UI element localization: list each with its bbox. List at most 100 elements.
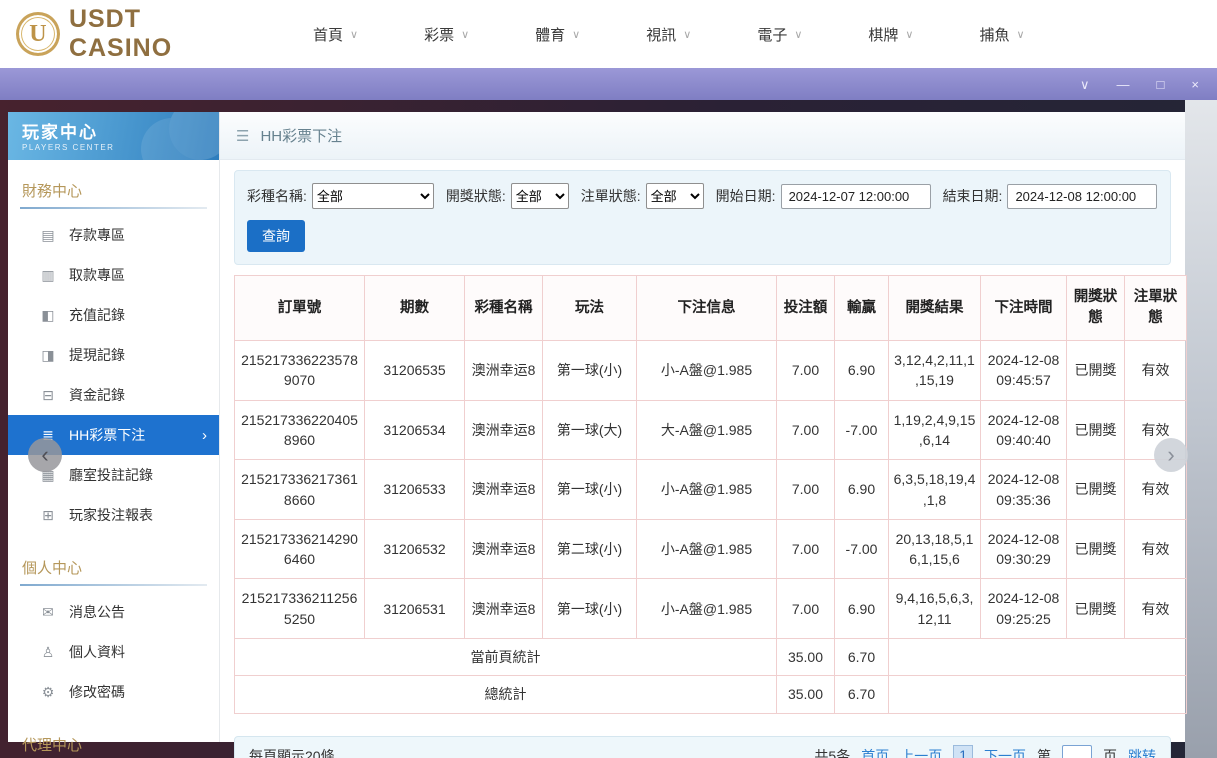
funds-record-icon: ⊟ [40, 387, 56, 404]
window-collapse-icon[interactable]: ∨ [1080, 78, 1090, 91]
sidebar-item-player-bet-report[interactable]: ⊞ 玩家投注報表 [8, 495, 219, 535]
sidebar-item-withdraw-record[interactable]: ◨ 提現記錄 [8, 335, 219, 375]
nav-item-cards[interactable]: 棋牌 ∨ [835, 24, 946, 45]
start-date-input[interactable] [781, 184, 931, 209]
chevron-down-icon: ∨ [461, 28, 469, 41]
nav-item-live[interactable]: 視訊 ∨ [613, 24, 724, 45]
nav-item-slots[interactable]: 電子 ∨ [724, 24, 835, 45]
filter-lottery-name: 彩種名稱: 全部 [247, 183, 434, 209]
nav-item-label: 捕魚 [979, 24, 1009, 45]
table-cell: 2024-12-08 09:40:40 [981, 400, 1067, 460]
end-date-input[interactable] [1007, 184, 1157, 209]
nav-item-fishing[interactable]: 捕魚 ∨ [946, 24, 1057, 45]
expand-panel-button[interactable]: › [1154, 438, 1188, 472]
table-row: 215217336214290646031206532澳洲幸运8第二球(小)小-… [235, 519, 1187, 579]
sidebar-item-label: 玩家投注報表 [69, 505, 153, 525]
table-cell: 31206533 [365, 460, 465, 520]
sidebar-item-withdraw[interactable]: ▥ 取款專區 [8, 255, 219, 295]
sidebar-item-label: HH彩票下注 [69, 425, 145, 445]
sidebar-subtitle: PLAYERS CENTER [22, 143, 205, 152]
deposit-icon: ▤ [40, 227, 56, 244]
sidebar-item-deposit[interactable]: ▤ 存款專區 [8, 215, 219, 255]
sidebar-item-announcements[interactable]: ✉ 消息公告 [8, 592, 219, 632]
window-maximize-icon[interactable]: □ [1157, 78, 1165, 91]
sidebar-item-recharge-record[interactable]: ◧ 充值記錄 [8, 295, 219, 335]
sidebar-items-personal: ✉ 消息公告 ♙ 個人資料 ⚙ 修改密碼 [8, 586, 219, 714]
sidebar-item-label: 資金記錄 [69, 385, 125, 405]
table-cell: 7.00 [777, 579, 835, 639]
table-cell: 9,4,16,5,6,3,12,11 [889, 579, 981, 639]
filter-label: 注單狀態: [581, 186, 641, 206]
current-page-indicator[interactable]: 1 [953, 745, 973, 758]
chevron-right-icon: › [1167, 442, 1174, 468]
table-cell: 2024-12-08 09:45:57 [981, 341, 1067, 401]
table-cell: 31206534 [365, 400, 465, 460]
table-cell: 有效 [1125, 341, 1187, 401]
section-title-personal: 個人中心 [20, 549, 207, 586]
window-close-icon[interactable]: × [1191, 78, 1199, 91]
sidebar-item-label: 提現記錄 [69, 345, 125, 365]
sidebar-item-label: 消息公告 [69, 602, 125, 622]
table-cell: 第一球(大) [543, 400, 637, 460]
search-button[interactable]: 查詢 [247, 220, 305, 252]
draw-status-select[interactable]: 全部 [511, 183, 569, 209]
chevron-down-icon: ∨ [683, 28, 691, 41]
table-cell: 3,12,4,2,11,1,15,19 [889, 341, 981, 401]
table-cell: 2024-12-08 09:30:29 [981, 519, 1067, 579]
table-cell: 已開獎 [1067, 460, 1125, 520]
logo[interactable]: U USDT CASINO [16, 5, 252, 63]
chevron-down-icon: ∨ [1016, 28, 1024, 41]
gear-icon: ⚙ [40, 684, 56, 701]
summary-empty [889, 676, 1187, 713]
chevron-down-icon: ∨ [572, 28, 580, 41]
sidebar-item-change-password[interactable]: ⚙ 修改密碼 [8, 672, 219, 712]
order-status-select[interactable]: 全部 [646, 183, 704, 209]
table-cell: -7.00 [835, 400, 889, 460]
window-titlebar: ∨ — □ × [0, 68, 1217, 100]
main-nav: 首頁 ∨ 彩票 ∨ 體育 ∨ 視訊 ∨ 電子 ∨ 棋牌 ∨ 捕魚 ∨ [280, 24, 1058, 45]
first-page-link[interactable]: 首页 [861, 746, 889, 758]
window-minimize-icon[interactable]: — [1117, 78, 1130, 91]
sidebar-item-label: 充值記錄 [69, 305, 125, 325]
table-cell: 7.00 [777, 400, 835, 460]
table-cell: 澳洲幸运8 [465, 400, 543, 460]
nav-item-sports[interactable]: 體育 ∨ [502, 24, 613, 45]
table-cell: 20,13,18,5,16,1,15,6 [889, 519, 981, 579]
table-cell: 小-A盤@1.985 [637, 460, 777, 520]
hamburger-icon[interactable]: ☰ [236, 127, 249, 145]
nav-item-lottery[interactable]: 彩票 ∨ [391, 24, 502, 45]
sidebar-item-label: 個人資料 [69, 642, 125, 662]
filter-draw-status: 開獎狀態: 全部 [446, 183, 569, 209]
nav-item-label: 彩票 [424, 24, 454, 45]
summary-row: 當前頁統計35.006.70 [235, 639, 1187, 676]
sidebar-item-funds-record[interactable]: ⊟ 資金記錄 [8, 375, 219, 415]
table-row: 215217336211256525031206531澳洲幸运8第一球(小)小-… [235, 579, 1187, 639]
table-cell: 6,3,5,18,19,4,1,8 [889, 460, 981, 520]
nav-item-home[interactable]: 首頁 ∨ [280, 24, 391, 45]
withdraw-icon: ▥ [40, 267, 56, 284]
summary-winloss-total: 6.70 [835, 676, 889, 713]
table-cell: 小-A盤@1.985 [637, 341, 777, 401]
jump-action-link[interactable]: 跳转 [1128, 746, 1156, 758]
lottery-name-select[interactable]: 全部 [312, 183, 434, 209]
filter-start-date: 開始日期: [716, 184, 931, 209]
main-wrap: ‹ › 玩家中心 PLAYERS CENTER 財務中心 ▤ 存款專區 ▥ 取款… [0, 100, 1217, 758]
prev-page-link[interactable]: 上一页 [900, 746, 942, 758]
table-cell: 澳洲幸运8 [465, 519, 543, 579]
nav-item-label: 首頁 [313, 24, 343, 45]
sidebar-item-label: 修改密碼 [69, 682, 125, 702]
withdraw-record-icon: ◨ [40, 347, 56, 364]
bets-table-wrap: 訂單號 期數 彩種名稱 玩法 下注信息 投注額 輸贏 開獎結果 下注時間 開獎狀… [234, 275, 1171, 714]
collapse-sidebar-button[interactable]: ‹ [28, 438, 62, 472]
next-page-link[interactable]: 下一页 [984, 746, 1026, 758]
sidebar-items-finance: ▤ 存款專區 ▥ 取款專區 ◧ 充值記錄 ◨ 提現記錄 ⊟ 資金記錄 [8, 209, 219, 537]
sidebar-item-profile[interactable]: ♙ 個人資料 [8, 632, 219, 672]
sidebar-header: 玩家中心 PLAYERS CENTER [8, 112, 219, 160]
table-cell: 7.00 [777, 519, 835, 579]
table-cell: 已開獎 [1067, 400, 1125, 460]
chevron-right-icon: › [202, 427, 207, 444]
sidebar-item-label: 取款專區 [69, 265, 125, 285]
jump-page-input[interactable] [1062, 745, 1092, 758]
col-order-no: 訂單號 [235, 276, 365, 341]
col-period: 期數 [365, 276, 465, 341]
